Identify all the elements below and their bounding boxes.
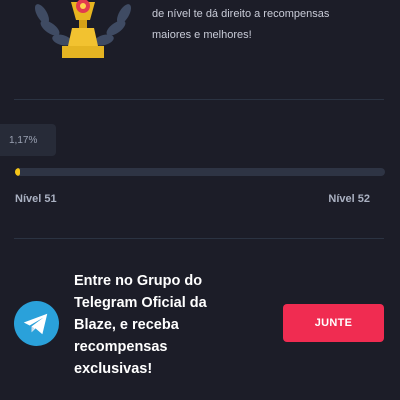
level-benefit-line-2: maiores e melhores! [152, 29, 252, 41]
next-level-label: Nível 52 [328, 193, 370, 205]
level-benefit-text: de nível te dá direito a recompensas mai… [152, 4, 392, 46]
progress-tooltip: 1,17% [0, 124, 56, 156]
divider [14, 99, 384, 100]
progress-percent-label: 1,17% [9, 134, 38, 146]
divider [14, 238, 384, 239]
join-telegram-button[interactable]: JUNTE [283, 304, 384, 342]
level-progress-fill [15, 168, 20, 176]
level-progress-bar [15, 168, 385, 176]
trophy-icon [35, 0, 131, 58]
telegram-promo-text: Entre no Grupo do Telegram Oficial da Bl… [74, 273, 207, 377]
telegram-icon [14, 301, 59, 346]
current-level-label: Nível 51 [15, 193, 57, 205]
level-benefit-line-1: de nível te dá direito a recompensas [152, 8, 330, 20]
